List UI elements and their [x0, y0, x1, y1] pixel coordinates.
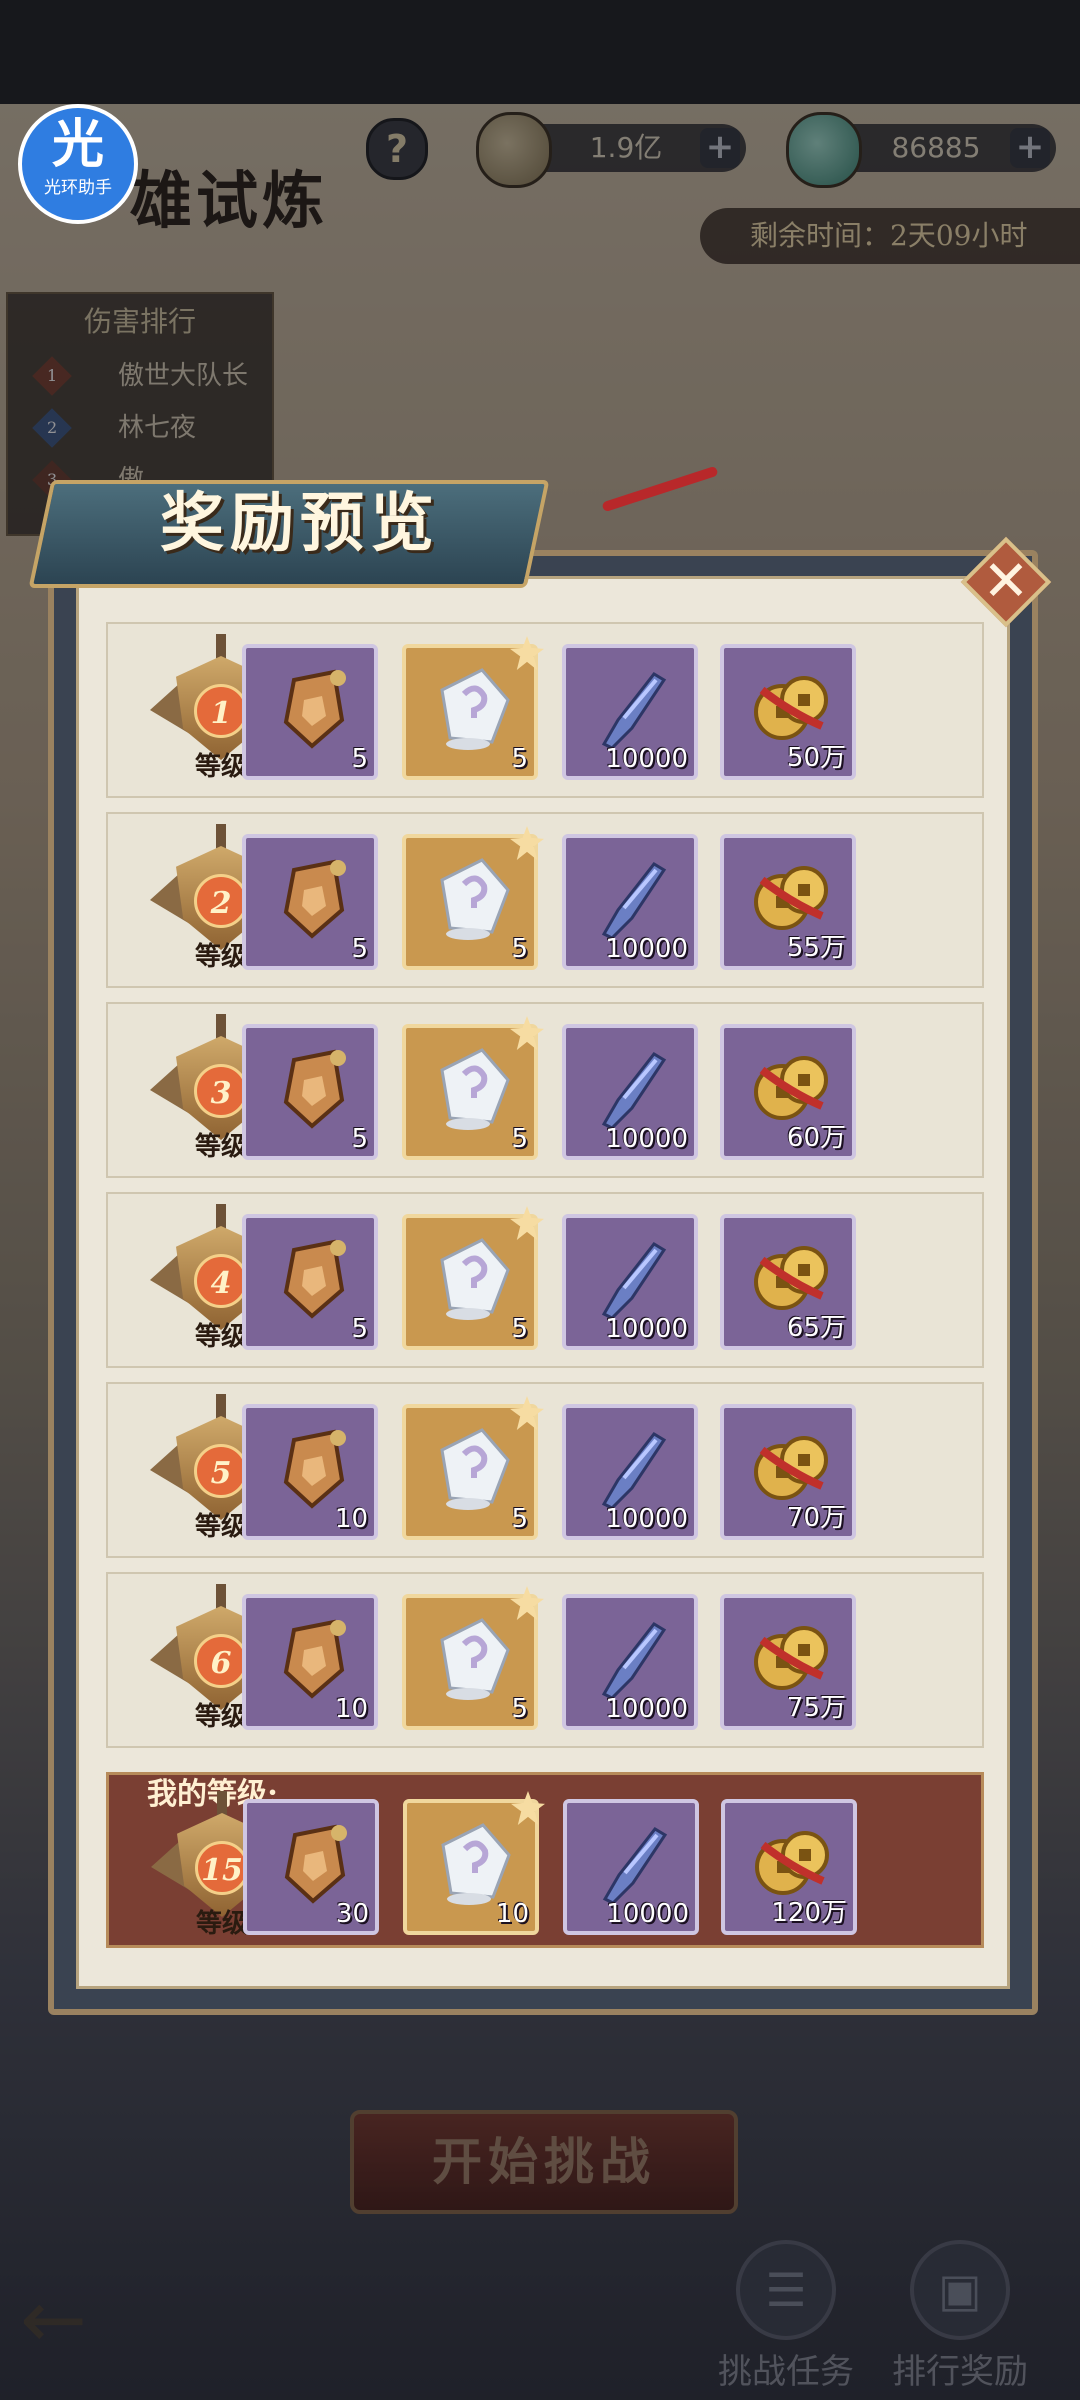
token-reward-item[interactable]: 5: [242, 644, 378, 780]
level-number: 4: [194, 1254, 248, 1308]
item-count: 5: [511, 1504, 528, 1534]
blade-icon: [584, 1420, 680, 1516]
level-number: 5: [194, 1444, 248, 1498]
coins-reward-item[interactable]: 75万: [720, 1594, 856, 1730]
blade-reward-item[interactable]: 10000: [562, 1024, 698, 1160]
close-icon: ✕: [982, 549, 1030, 614]
item-count: 5: [351, 744, 368, 774]
item-count: 10000: [605, 1314, 688, 1344]
token-reward-item[interactable]: 10: [242, 1594, 378, 1730]
blade-reward-item[interactable]: 10000: [562, 834, 698, 970]
crystal-reward-item[interactable]: 5: [402, 1586, 544, 1730]
blade-icon: [584, 1040, 680, 1136]
blade-icon: [584, 1230, 680, 1326]
token-icon: [264, 1610, 360, 1706]
my-level-row: 我的等级: 15 等级 30 10 10000 120万: [106, 1772, 984, 1948]
coins-reward-item[interactable]: 60万: [720, 1024, 856, 1160]
item-count: 10000: [606, 1899, 689, 1929]
crystal-icon: [424, 1230, 520, 1326]
item-count: 120万: [771, 1898, 847, 1928]
token-reward-item[interactable]: 5: [242, 834, 378, 970]
app-badge-glyph: 光: [51, 115, 104, 175]
token-icon: [264, 1040, 360, 1136]
level-number: 2: [194, 874, 248, 928]
crystal-reward-item[interactable]: 5: [402, 826, 544, 970]
item-count: 50万: [786, 743, 846, 773]
token-reward-item[interactable]: 5: [242, 1214, 378, 1350]
item-count: 5: [351, 934, 368, 964]
item-count: 70万: [786, 1503, 846, 1533]
crystal-reward-item[interactable]: 5: [402, 1396, 544, 1540]
level-number: 6: [194, 1634, 248, 1688]
blade-reward-item[interactable]: 10000: [562, 644, 698, 780]
coins-reward-item[interactable]: 120万: [721, 1799, 857, 1935]
item-count: 10000: [605, 744, 688, 774]
token-icon: [265, 1815, 361, 1911]
item-count: 10000: [605, 934, 688, 964]
blade-icon: [584, 660, 680, 756]
reward-row: 2 等级 5 5 10000 55万: [106, 812, 984, 988]
item-count: 30: [335, 1899, 369, 1929]
blade-reward-item[interactable]: 10000: [562, 1214, 698, 1350]
crystal-icon: [424, 1610, 520, 1706]
coins-reward-item[interactable]: 65万: [720, 1214, 856, 1350]
item-count: 55万: [786, 933, 846, 963]
item-count: 10000: [605, 1124, 688, 1154]
crystal-reward-item[interactable]: 5: [402, 1016, 544, 1160]
blade-icon: [584, 1610, 680, 1706]
app-badge-label: 光环助手: [44, 178, 112, 198]
blade-icon: [584, 850, 680, 946]
level-number: 1: [194, 684, 248, 738]
item-count: 5: [351, 1314, 368, 1344]
blade-reward-item[interactable]: 10000: [563, 1799, 699, 1935]
crystal-reward-item[interactable]: 5: [402, 636, 544, 780]
coins-reward-item[interactable]: 50万: [720, 644, 856, 780]
crystal-icon: [424, 660, 520, 756]
blade-icon: [585, 1815, 681, 1911]
token-reward-item[interactable]: 30: [243, 1799, 379, 1935]
item-count: 5: [511, 1314, 528, 1344]
item-count: 10: [495, 1899, 529, 1929]
reward-row: 3 等级 5 5 10000 60万: [106, 1002, 984, 1178]
item-count: 10000: [605, 1504, 688, 1534]
item-count: 75万: [786, 1693, 846, 1723]
crystal-icon: [424, 1040, 520, 1136]
token-reward-item[interactable]: 5: [242, 1024, 378, 1160]
crystal-icon: [424, 850, 520, 946]
item-count: 5: [511, 744, 528, 774]
token-icon: [264, 1420, 360, 1516]
crystal-icon: [425, 1815, 521, 1911]
app-assistant-badge[interactable]: 光 光环助手: [18, 104, 138, 224]
level-number: 3: [194, 1064, 248, 1118]
status-bar: [0, 0, 1080, 104]
token-reward-item[interactable]: 10: [242, 1404, 378, 1540]
item-count: 10: [334, 1504, 368, 1534]
token-icon: [264, 1230, 360, 1326]
reward-row: 4 等级 5 5 10000 65万: [106, 1192, 984, 1368]
item-count: 5: [511, 1694, 528, 1724]
item-count: 5: [511, 1124, 528, 1154]
item-count: 5: [511, 934, 528, 964]
blade-reward-item[interactable]: 10000: [562, 1594, 698, 1730]
reward-row: 6 等级 10 5 10000 75万: [106, 1572, 984, 1748]
item-count: 10: [334, 1694, 368, 1724]
item-count: 10000: [605, 1694, 688, 1724]
coins-reward-item[interactable]: 70万: [720, 1404, 856, 1540]
token-icon: [264, 850, 360, 946]
item-count: 5: [351, 1124, 368, 1154]
crystal-reward-item[interactable]: 5: [402, 1206, 544, 1350]
reward-row: 1 等级 5 5 10000 50万: [106, 622, 984, 798]
crystal-reward-item[interactable]: 10: [403, 1791, 545, 1935]
modal-title: 奖励预览: [160, 486, 440, 561]
level-number: 15: [195, 1841, 249, 1895]
reward-row: 5 等级 10 5 10000 70万: [106, 1382, 984, 1558]
item-count: 65万: [786, 1313, 846, 1343]
crystal-icon: [424, 1420, 520, 1516]
coins-reward-item[interactable]: 55万: [720, 834, 856, 970]
blade-reward-item[interactable]: 10000: [562, 1404, 698, 1540]
token-icon: [264, 660, 360, 756]
item-count: 60万: [786, 1123, 846, 1153]
close-button[interactable]: ✕: [960, 536, 1052, 628]
